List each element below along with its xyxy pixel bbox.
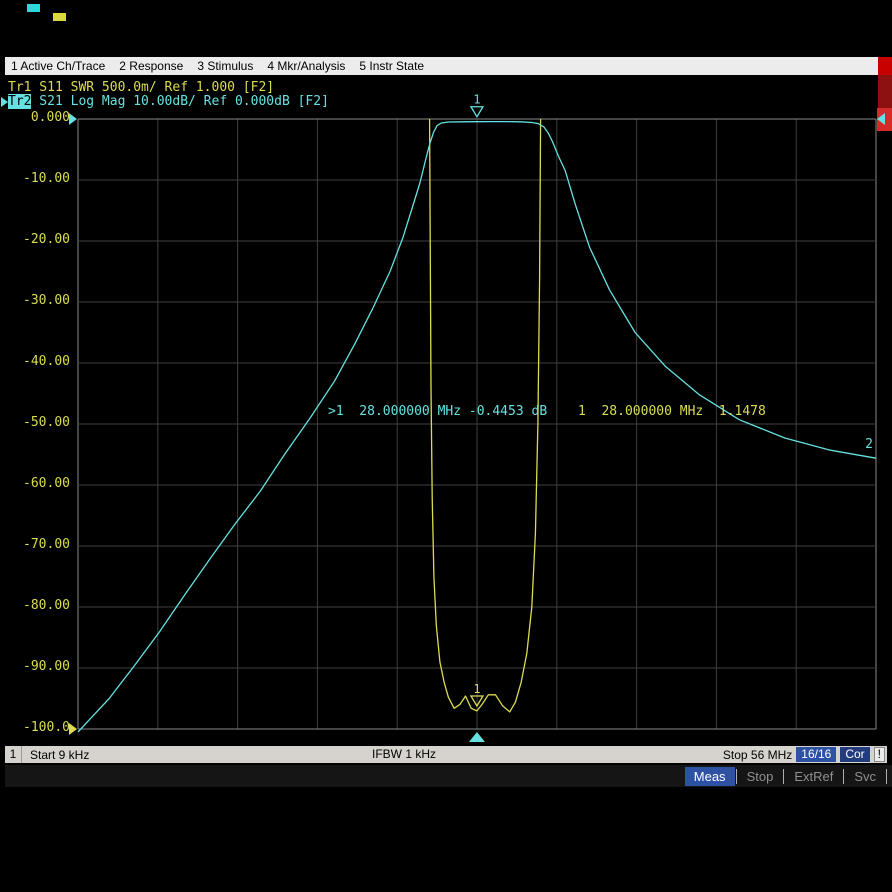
ifbw-value[interactable]: IFBW 1 kHz	[372, 747, 436, 762]
instrument-button-extref[interactable]: ExtRef	[785, 767, 842, 786]
separator	[783, 769, 784, 784]
correction-status-badge: Cor	[840, 747, 869, 762]
trace2-end-label: 2	[865, 437, 873, 452]
separator	[843, 769, 844, 784]
channel-number: 1	[5, 746, 22, 763]
alert-indicator[interactable]: !	[874, 747, 885, 762]
marker1-readout-trace2: >1 28.000000 MHz -0.4453 dB	[328, 404, 547, 419]
marker-1-label-tr1: 1	[473, 682, 480, 696]
marker-1-label-tr2: 1	[473, 93, 480, 107]
status-bar: 1 Start 9 kHz IFBW 1 kHz Stop 56 MHz 16/…	[5, 746, 887, 763]
marker-1-triangle-tr2[interactable]	[471, 107, 483, 117]
marker1-readout-trace1: 1 28.000000 MHz 1.1478	[578, 404, 766, 419]
start-frequency[interactable]: Start 9 kHz	[30, 748, 89, 762]
marker-stimulus-indicator[interactable]	[469, 732, 485, 742]
ref-level-indicator-tr2-right[interactable]	[877, 113, 885, 125]
averaging-counter-badge: 16/16	[796, 747, 836, 762]
separator	[886, 769, 887, 784]
instrument-status-bar: MeasStopExtRefSvc	[5, 765, 892, 787]
status-bar-right: Stop 56 MHz 16/16 Cor !	[723, 747, 887, 762]
instrument-button-svc[interactable]: Svc	[845, 767, 885, 786]
stop-frequency[interactable]: Stop 56 MHz	[723, 748, 792, 762]
ref-level-indicator-tr1-left[interactable]	[69, 723, 77, 735]
instrument-buttons: MeasStopExtRefSvc	[685, 767, 888, 786]
vna-screen: 1 Active Ch/Trace2 Response3 Stimulus4 M…	[0, 0, 892, 892]
ref-level-indicator-tr2-left[interactable]	[69, 113, 77, 125]
separator	[736, 769, 737, 784]
instrument-button-meas[interactable]: Meas	[685, 767, 735, 786]
instrument-button-stop[interactable]: Stop	[738, 767, 783, 786]
